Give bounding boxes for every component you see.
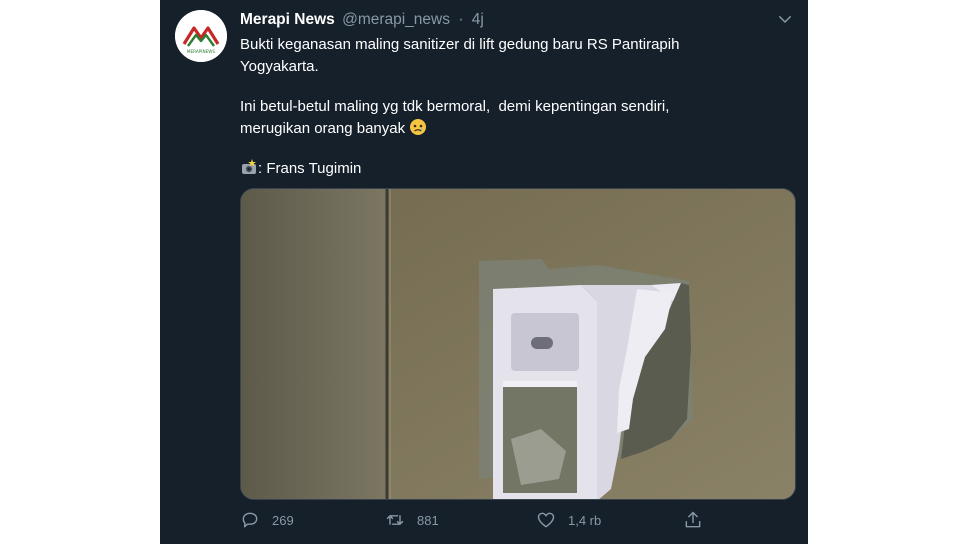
merapi-news-logo: MERAPINEWS — [175, 10, 227, 62]
avatar[interactable]: MERAPINEWS — [175, 10, 227, 62]
tweet-paragraph-1: Bukti keganasan maling sanitizer di lift… — [240, 36, 680, 75]
logo-text: MERAPINEWS — [187, 49, 216, 54]
retweet-button[interactable]: 881 — [385, 510, 439, 530]
tweet-text: Bukti keganasan maling sanitizer di lift… — [240, 34, 780, 180]
tweet-actions: 269 881 1,4 rb — [240, 510, 796, 536]
broken-sanitizer-photo — [241, 189, 795, 499]
chevron-down-icon[interactable] — [776, 10, 794, 28]
author-handle[interactable]: @merapi_news — [342, 11, 450, 28]
like-count: 1,4 rb — [568, 512, 602, 528]
tweet-time[interactable]: 4j — [472, 11, 484, 28]
camera-flash-emoji-icon — [240, 158, 258, 176]
reply-count: 269 — [272, 512, 294, 528]
retweet-count: 881 — [417, 512, 439, 528]
separator-dot: · — [458, 11, 464, 28]
tweet-credit: : Frans Tugimin — [240, 158, 780, 180]
author-name[interactable]: Merapi News — [240, 11, 335, 28]
share-icon — [683, 510, 703, 530]
tweet-paragraph-2-text: Ini betul-betul maling yg tdk bermoral, … — [240, 98, 670, 137]
reply-icon — [240, 510, 260, 530]
credit-text: : Frans Tugimin — [258, 160, 362, 177]
retweet-icon — [385, 510, 405, 530]
sad-face-emoji-icon — [409, 118, 427, 136]
heart-icon — [536, 510, 556, 530]
reply-button[interactable]: 269 — [240, 510, 294, 530]
tweet-media-photo[interactable] — [240, 188, 796, 500]
share-button[interactable] — [683, 510, 715, 530]
like-button[interactable]: 1,4 rb — [536, 510, 601, 530]
tweet-card[interactable]: MERAPINEWS Merapi News @merapi_news · 4j… — [160, 0, 808, 544]
tweet-header: Merapi News @merapi_news · 4j — [240, 10, 484, 30]
tweet-paragraph-2: Ini betul-betul maling yg tdk bermoral, … — [240, 96, 780, 140]
